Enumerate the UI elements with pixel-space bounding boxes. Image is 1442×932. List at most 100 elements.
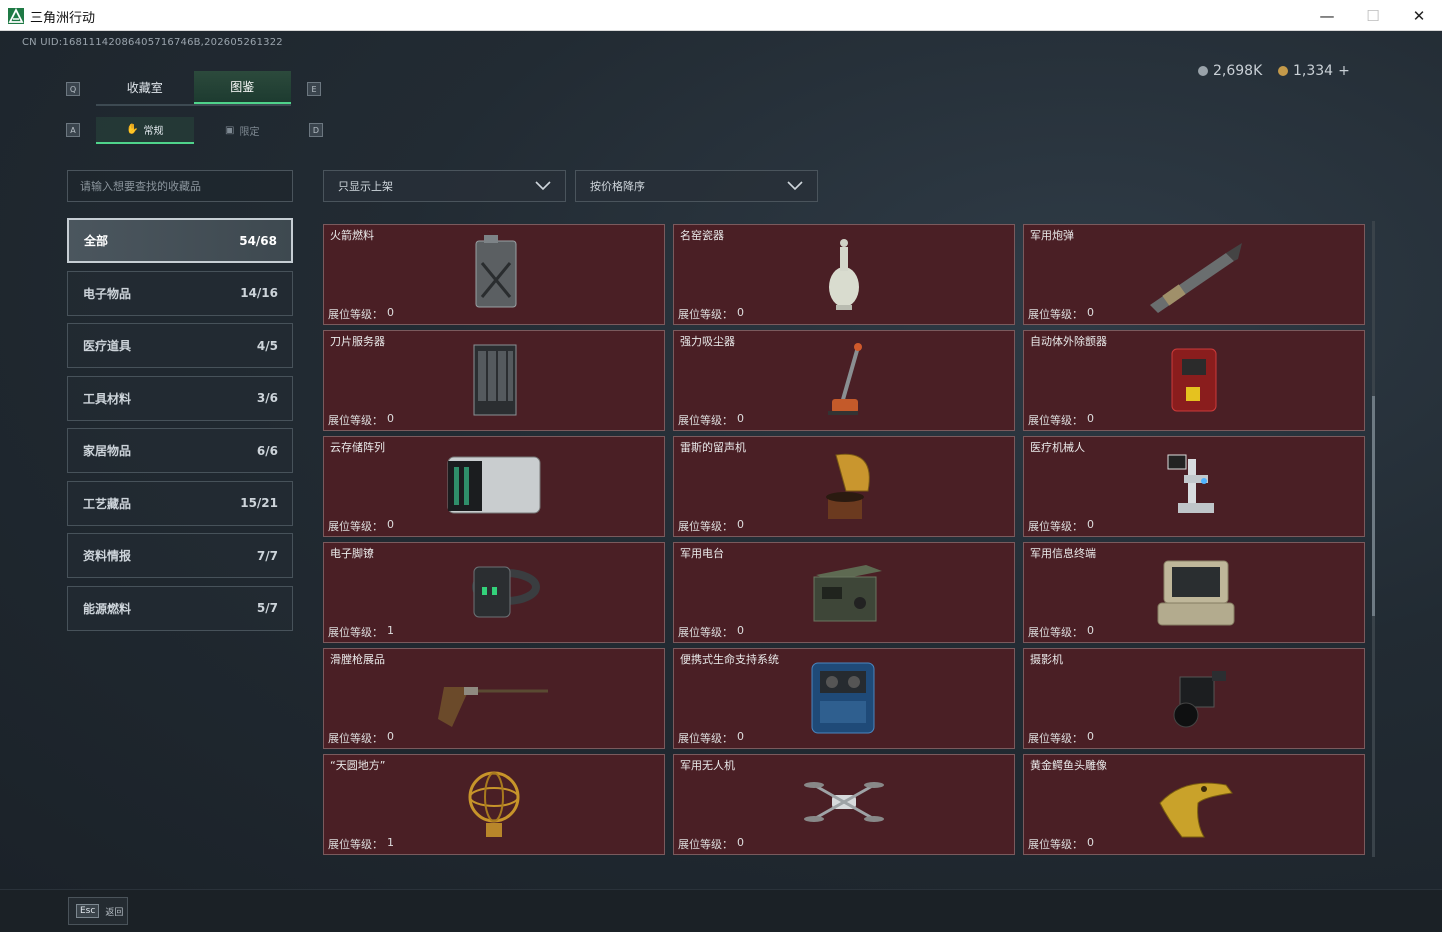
item-level: 展位等级： 1 (328, 624, 394, 640)
category-household[interactable]: 家居物品 6/6 (67, 428, 293, 473)
back-button[interactable]: Esc 返回 (68, 897, 128, 925)
collection-item-card[interactable]: 刀片服务器 展位等级： 0 (323, 330, 665, 431)
medical-robot-icon (1167, 454, 1214, 513)
level-value: 0 (1087, 306, 1094, 319)
level-label: 展位等级： (328, 626, 383, 639)
ankle-monitor-icon (472, 566, 540, 618)
collection-item-card[interactable]: 摄影机 展位等级： 0 (1023, 648, 1365, 749)
gramophone-icon (826, 453, 870, 519)
item-name: 军用炮弹 (1030, 229, 1074, 242)
level-label: 展位等级： (678, 732, 733, 745)
level-value: 0 (1087, 518, 1094, 531)
category-label: 医疗道具 (83, 339, 132, 353)
item-level: 展位等级： 0 (678, 306, 744, 322)
collection-item-card[interactable]: 雷斯的留声机 展位等级： 0 (673, 436, 1015, 537)
category-label: 工具材料 (83, 391, 132, 406)
level-value: 0 (387, 306, 394, 319)
minimize-button[interactable]: — (1304, 0, 1350, 31)
item-level: 展位等级： 0 (1028, 624, 1094, 640)
item-name: 雷斯的留声机 (680, 441, 746, 454)
item-level: 展位等级： 0 (328, 518, 394, 534)
item-name: 军用电台 (680, 547, 724, 560)
drone-icon (804, 782, 884, 822)
collection-item-card[interactable]: 强力吸尘器 展位等级： 0 (673, 330, 1015, 431)
collection-item-card[interactable]: 自动体外除颤器 展位等级： 0 (1023, 330, 1365, 431)
collection-item-card[interactable]: 云存储阵列 展位等级： 0 (323, 436, 665, 537)
category-list: 全部 54/68 电子物品 14/16 医疗道具 4/5 工具材料 3/6 家居物品 6/… (67, 218, 293, 638)
category-all[interactable]: 全部 54/68 (67, 218, 293, 263)
server-icon (473, 344, 517, 416)
uid-label: CN UID:16811142086405716746B,20260526132… (22, 37, 283, 48)
radio-icon (813, 565, 882, 622)
subtab-limited[interactable]: ▣ 限定 (194, 117, 292, 144)
esc-key-hint: Esc (76, 904, 100, 918)
category-crafts[interactable]: 工艺藏品 15/21 (67, 480, 293, 526)
item-level: 展位等级： 0 (328, 306, 394, 322)
add-currency-button[interactable]: + (1338, 63, 1350, 79)
category-count: 5/7 (256, 601, 278, 615)
sort-dropdown[interactable]: 按价格降序 (575, 170, 818, 202)
level-label: 展位等级： (328, 838, 383, 851)
tab-collection-room[interactable]: 收藏室 (96, 71, 194, 104)
level-label: 展位等级： (678, 520, 733, 533)
item-name: 医疗机械人 (1030, 441, 1085, 454)
collection-item-card[interactable]: 军用电台 展位等级： 0 (673, 542, 1015, 643)
item-name: 军用无人机 (680, 759, 735, 772)
collection-item-card[interactable]: 军用信息终端 展位等级： 0 (1023, 542, 1365, 643)
category-intel[interactable]: 资料情报 7/7 (67, 533, 293, 578)
currency-premium[interactable]: 1,334 + (1278, 63, 1350, 79)
vacuum-icon (828, 343, 862, 415)
category-label: 工艺藏品 (83, 496, 132, 511)
level-value: 0 (1087, 730, 1094, 743)
collection-item-card[interactable]: 名窑瓷器 展位等级： 0 (673, 224, 1015, 325)
collection-item-card[interactable]: 军用炮弹展位等级： 0 (1023, 224, 1365, 325)
item-name: 便携式生命支持系统 (680, 653, 779, 666)
collection-item-card[interactable]: 医疗机械人展位等级： 0 (1023, 436, 1365, 537)
category-count: 3/6 (256, 391, 278, 405)
currency-value: 1,334 (1293, 63, 1334, 79)
level-value: 0 (737, 836, 744, 849)
subtab-label: 常规 (143, 126, 164, 137)
collection-item-card[interactable]: 军用无人机 展位等级： 0 (673, 754, 1015, 855)
category-label: 家居物品 (83, 444, 132, 458)
life-support-icon (811, 662, 875, 734)
item-level: 展位等级： 0 (678, 412, 744, 428)
collection-item-card[interactable]: 电子脚镣 展位等级： 1 (323, 542, 665, 643)
collection-item-card[interactable]: 便携式生命支持系统 展位等级： 0 (673, 648, 1015, 749)
item-level: 展位等级： 0 (328, 730, 394, 746)
item-name: 火箭燃料 (330, 229, 374, 242)
scrollbar-thumb[interactable] (1372, 396, 1375, 616)
search-input[interactable]: 请输入想要查找的收藏品 (67, 170, 293, 202)
category-tools[interactable]: 工具材料 3/6 (67, 375, 293, 421)
collection-item-card[interactable]: 滑膛枪展品 展位等级： 0 (323, 648, 665, 749)
window-titlebar: 三角洲行动 — ☐ ✕ (0, 0, 1442, 31)
terminal-icon (1157, 560, 1235, 626)
level-label: 展位等级： (1028, 308, 1083, 321)
item-name: 黄金鳄鱼头雕像 (1030, 759, 1107, 772)
category-medical[interactable]: 医疗道具 4/5 (67, 323, 293, 368)
item-level: 展位等级： 1 (328, 836, 394, 852)
show-filter-dropdown[interactable]: 只显示上架 (323, 170, 566, 202)
item-grid: 火箭燃料 展位等级： 0 名窑瓷器 展位等级： 0 军用炮弹 展位等级： 0 刀片服务器 展位等级：… (323, 224, 1365, 855)
collection-item-card[interactable]: “天圆地方” 展位等级： 1 (323, 754, 665, 855)
sub-tabs: ✋ 常规 ▣ 限定 (96, 117, 291, 144)
subtab-regular[interactable]: ✋ 常规 (96, 117, 194, 144)
frame-icon: ▣ (225, 125, 235, 136)
collection-item-card[interactable]: 火箭燃料展位等级： 0 (323, 224, 665, 325)
level-label: 展位等级： (1028, 520, 1083, 533)
close-button[interactable]: ✕ (1396, 0, 1442, 31)
key-hint-d: D (309, 123, 323, 137)
category-energy[interactable]: 能源燃料 5/7 (67, 585, 293, 631)
jerrycan-icon (475, 235, 517, 308)
maximize-button[interactable]: ☐ (1350, 0, 1396, 31)
category-electronics[interactable]: 电子物品 14/16 (67, 270, 293, 316)
collection-item-card[interactable]: 黄金鳄鱼头雕像 展位等级： 0 (1023, 754, 1365, 855)
dropdown-value: 按价格降序 (590, 180, 645, 193)
chevron-down-icon (787, 181, 803, 191)
main-tabs: 收藏室 图鉴 (96, 71, 291, 106)
item-level: 展位等级： 0 (1028, 730, 1094, 746)
tab-codex[interactable]: 图鉴 (193, 71, 291, 104)
level-value: 1 (387, 624, 394, 637)
key-hint-q: Q (66, 82, 80, 96)
shell-icon (1150, 243, 1242, 313)
